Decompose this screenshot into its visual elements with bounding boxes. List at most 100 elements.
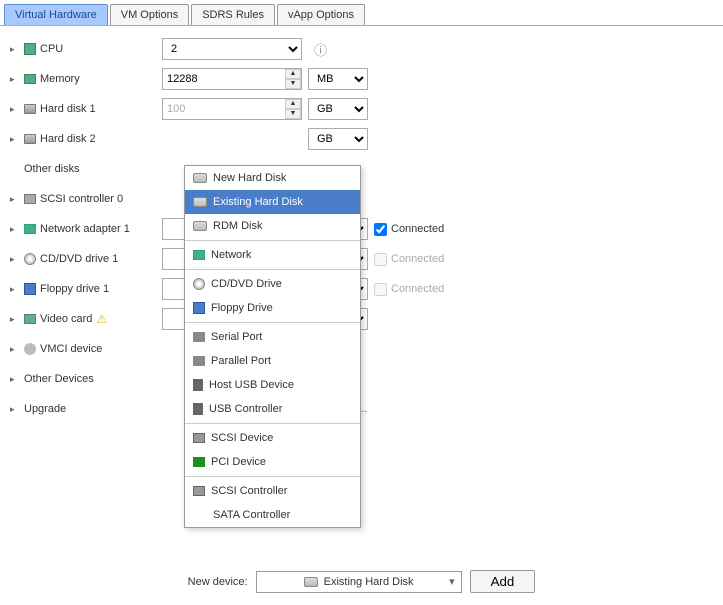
memory-input[interactable] bbox=[162, 68, 302, 90]
cdrom-icon bbox=[24, 253, 36, 265]
row-hd2: ▸ Hard disk 2 GB bbox=[8, 124, 715, 154]
network-adapter-icon bbox=[24, 224, 36, 234]
floppy-connected[interactable]: Connected bbox=[374, 283, 444, 296]
menu-separator bbox=[185, 476, 360, 477]
hd1-up[interactable]: ▲ bbox=[285, 99, 301, 109]
row-scsi: ▸ SCSI controller 0 bbox=[8, 184, 715, 214]
row-upgrade: ▸ Upgrade ity Upgrade... bbox=[8, 394, 715, 424]
menu-scsi-device[interactable]: SCSI Device bbox=[185, 426, 360, 450]
video-label: Video card bbox=[40, 313, 92, 325]
menu-label: Network bbox=[211, 249, 251, 261]
menu-existing-hard-disk[interactable]: Existing Hard Disk bbox=[185, 190, 360, 214]
menu-separator bbox=[185, 322, 360, 323]
other-disks-label: Other disks bbox=[24, 163, 80, 175]
cpu-select[interactable]: 2 bbox=[162, 38, 302, 60]
expand-net[interactable]: ▸ bbox=[10, 224, 20, 235]
memory-down[interactable]: ▼ bbox=[285, 79, 301, 89]
menu-parallel-port[interactable]: Parallel Port bbox=[185, 349, 360, 373]
expand-video[interactable]: ▸ bbox=[10, 314, 20, 325]
floppy-icon bbox=[193, 302, 205, 314]
menu-scsi-controller[interactable]: SCSI Controller bbox=[185, 479, 360, 503]
net-connected-checkbox[interactable] bbox=[374, 223, 387, 236]
hd1-unit[interactable]: GB bbox=[308, 98, 368, 120]
menu-label: Floppy Drive bbox=[211, 302, 273, 314]
memory-icon bbox=[24, 74, 36, 84]
expand-vmci[interactable]: ▸ bbox=[10, 344, 20, 355]
menu-pci-device[interactable]: PCI Device bbox=[185, 450, 360, 474]
vmci-icon bbox=[24, 343, 36, 355]
expand-scsi[interactable]: ▸ bbox=[10, 194, 20, 205]
new-device-select[interactable]: Existing Hard Disk bbox=[256, 571, 462, 593]
menu-label: RDM Disk bbox=[213, 220, 263, 232]
expand-cd[interactable]: ▸ bbox=[10, 254, 20, 265]
tab-vm-options[interactable]: VM Options bbox=[110, 4, 189, 25]
memory-unit[interactable]: MB bbox=[308, 68, 368, 90]
tab-virtual-hardware[interactable]: Virtual Hardware bbox=[4, 4, 108, 25]
menu-separator bbox=[185, 423, 360, 424]
scsi-controller-icon bbox=[24, 194, 36, 204]
menu-network[interactable]: Network bbox=[185, 243, 360, 267]
cpu-icon bbox=[24, 43, 36, 55]
row-video: ▸ Video card ⚠ bbox=[8, 304, 715, 334]
expand-floppy[interactable]: ▸ bbox=[10, 284, 20, 295]
menu-cd-dvd[interactable]: CD/DVD Drive bbox=[185, 272, 360, 296]
hardware-panel: ▸ CPU 2 ⓘ ▸ Memory ▲▼ MB ▸ Hard disk 1 ▲… bbox=[0, 26, 723, 432]
connected-text: Connected bbox=[391, 253, 444, 265]
expand-cpu[interactable]: ▸ bbox=[10, 44, 20, 55]
menu-label: SCSI Device bbox=[211, 432, 273, 444]
new-device-menu: New Hard Disk Existing Hard Disk RDM Dis… bbox=[184, 165, 361, 528]
expand-upgrade[interactable]: ▸ bbox=[10, 404, 20, 415]
menu-separator bbox=[185, 240, 360, 241]
menu-usb-controller[interactable]: USB Controller bbox=[185, 397, 360, 421]
floppy-connected-checkbox[interactable] bbox=[374, 283, 387, 296]
hd1-label: Hard disk 1 bbox=[40, 103, 96, 115]
net-connected[interactable]: Connected bbox=[374, 223, 444, 236]
cd-label: CD/DVD drive 1 bbox=[40, 253, 118, 265]
add-button[interactable]: Add bbox=[470, 570, 536, 593]
cd-connected-checkbox[interactable] bbox=[374, 253, 387, 266]
row-other-disks: Other disks bbox=[8, 154, 715, 184]
expand-hd1[interactable]: ▸ bbox=[10, 104, 20, 115]
menu-label: SATA Controller bbox=[213, 509, 290, 521]
floppy-icon bbox=[24, 283, 36, 295]
expand-memory[interactable]: ▸ bbox=[10, 74, 20, 85]
tab-vapp-options[interactable]: vApp Options bbox=[277, 4, 365, 25]
menu-label: USB Controller bbox=[209, 403, 282, 415]
menu-label: Parallel Port bbox=[211, 355, 271, 367]
cpu-label: CPU bbox=[40, 43, 63, 55]
hd1-down[interactable]: ▼ bbox=[285, 109, 301, 119]
menu-floppy[interactable]: Floppy Drive bbox=[185, 296, 360, 320]
scsi-controller-icon bbox=[193, 486, 205, 496]
menu-new-hard-disk[interactable]: New Hard Disk bbox=[185, 166, 360, 190]
info-icon[interactable]: ⓘ bbox=[314, 40, 327, 59]
new-device-value: Existing Hard Disk bbox=[324, 576, 414, 588]
parallel-port-icon bbox=[193, 356, 205, 366]
menu-rdm-disk[interactable]: RDM Disk bbox=[185, 214, 360, 238]
expand-hd2[interactable]: ▸ bbox=[10, 134, 20, 145]
network-icon bbox=[193, 250, 205, 260]
menu-host-usb[interactable]: Host USB Device bbox=[185, 373, 360, 397]
hd2-unit[interactable]: GB bbox=[308, 128, 368, 150]
memory-up[interactable]: ▲ bbox=[285, 69, 301, 79]
tab-sdrs-rules[interactable]: SDRS Rules bbox=[191, 4, 275, 25]
hd2-label: Hard disk 2 bbox=[40, 133, 96, 145]
menu-serial-port[interactable]: Serial Port bbox=[185, 325, 360, 349]
menu-label: Existing Hard Disk bbox=[213, 196, 303, 208]
menu-label: SCSI Controller bbox=[211, 485, 287, 497]
row-other-devices: ▸ Other Devices bbox=[8, 364, 715, 394]
new-device-label: New device: bbox=[188, 576, 248, 588]
hd1-input[interactable] bbox=[162, 98, 302, 120]
harddisk-icon bbox=[24, 104, 36, 114]
cd-connected[interactable]: Connected bbox=[374, 253, 444, 266]
video-card-icon bbox=[24, 314, 36, 324]
menu-label: New Hard Disk bbox=[213, 172, 286, 184]
floppy-label: Floppy drive 1 bbox=[40, 283, 109, 295]
connected-text: Connected bbox=[391, 283, 444, 295]
upgrade-label: Upgrade bbox=[24, 403, 66, 415]
menu-sata-controller[interactable]: SATA Controller bbox=[185, 503, 360, 527]
row-floppy: ▸ Floppy drive 1 Connected bbox=[8, 274, 715, 304]
expand-other-devices[interactable]: ▸ bbox=[10, 374, 20, 385]
scsi-device-icon bbox=[193, 433, 205, 443]
row-cdrom: ▸ CD/DVD drive 1 Connected bbox=[8, 244, 715, 274]
other-devices-label: Other Devices bbox=[24, 373, 94, 385]
